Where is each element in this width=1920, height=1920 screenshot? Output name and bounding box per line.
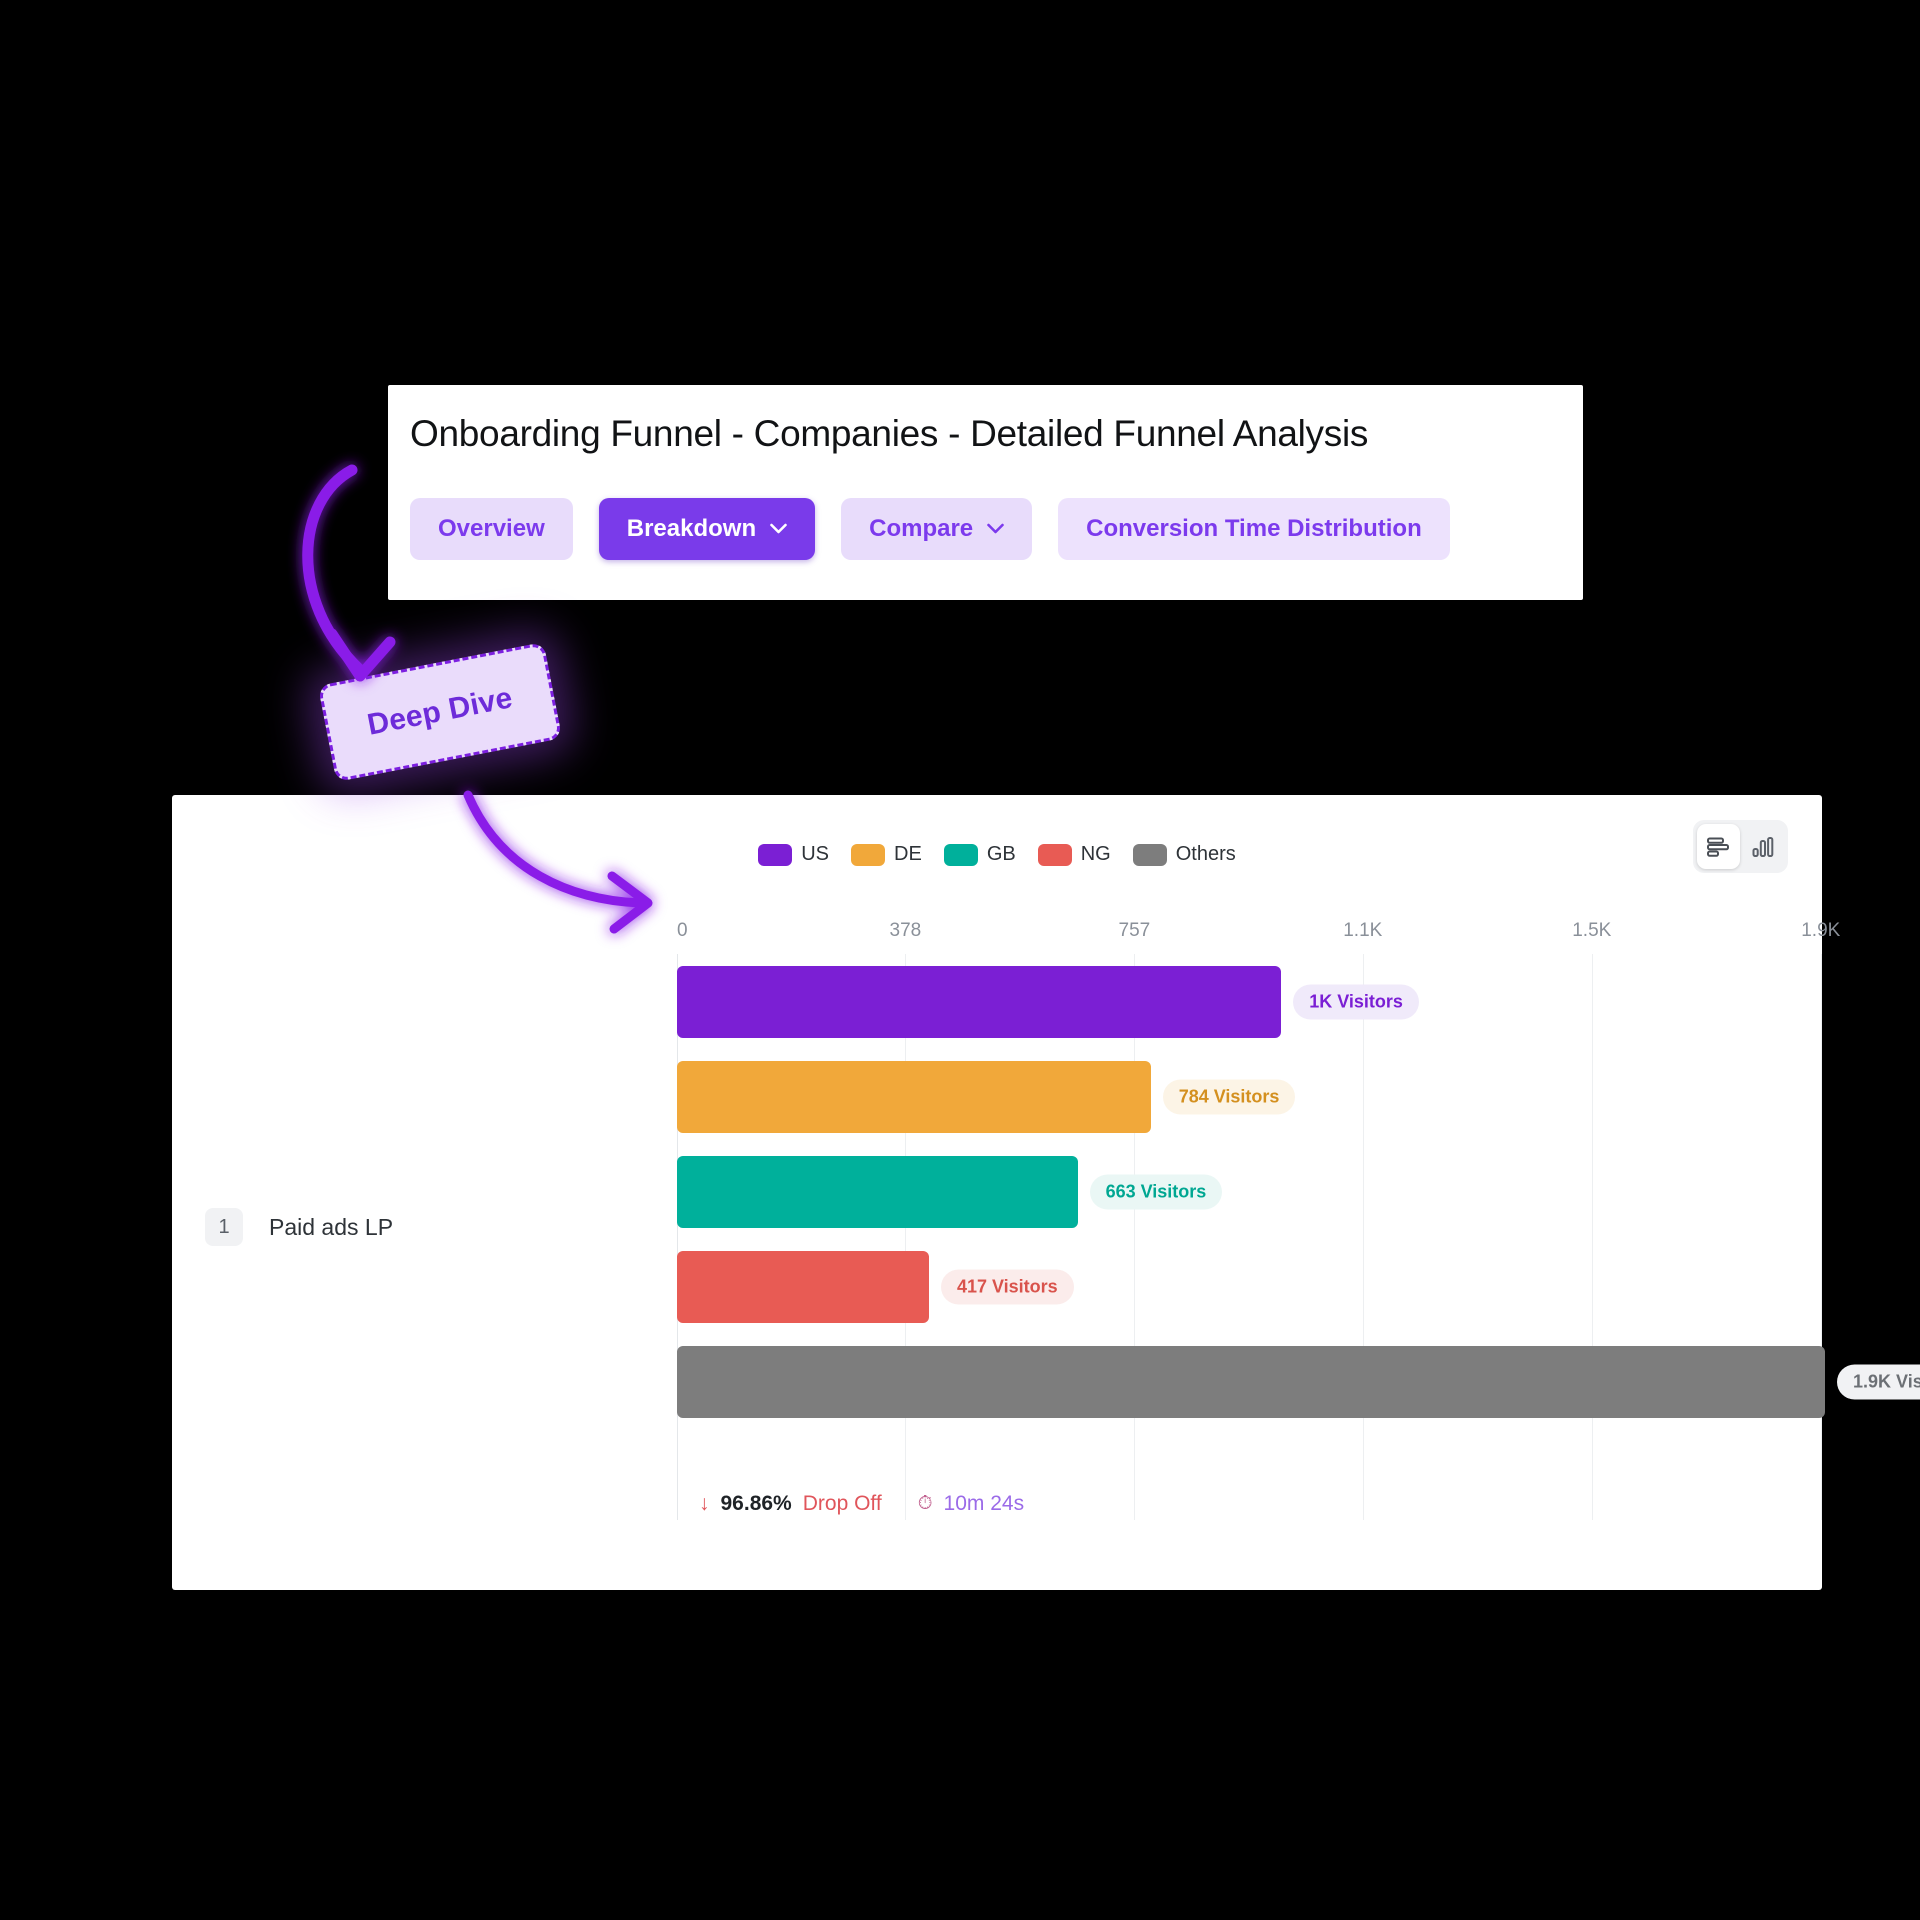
- bar-value-badge: 784 Visitors: [1162, 1079, 1296, 1115]
- bar-de[interactable]: [677, 1061, 1151, 1133]
- tab-breakdown[interactable]: Breakdown: [598, 497, 816, 560]
- bar-others[interactable]: [677, 1346, 1825, 1418]
- sticky-note-label: Deep Dive: [364, 681, 516, 742]
- tab-conversion-time-distribution-label: Conversion Time Distribution: [1086, 514, 1422, 542]
- bar-ng[interactable]: [677, 1251, 929, 1323]
- bar-row: 417 Visitors: [677, 1251, 1825, 1323]
- plot-area: 0 378 757 1.1K 1.5K 1.9K 1K Visitors 784 Visit…: [677, 920, 1920, 1520]
- dropoff-label: Drop Off: [802, 1492, 882, 1515]
- legend-swatch-icon: [758, 843, 793, 866]
- legend-swatch-icon: [851, 843, 886, 866]
- bar-value-badge: 663 Visitors: [1089, 1174, 1223, 1210]
- arrow-down-icon: ↓: [699, 1492, 710, 1515]
- legend-item-ng[interactable]: NG: [1037, 843, 1111, 866]
- legend-item-others[interactable]: Others: [1132, 843, 1236, 866]
- x-tick-label: 1.5K: [1572, 920, 1612, 941]
- bar-row: 784 Visitors: [677, 1061, 1825, 1133]
- dropoff-time: 10m 24s: [943, 1492, 1025, 1515]
- tab-overview-label: Overview: [438, 514, 545, 542]
- legend-swatch-icon: [943, 843, 978, 866]
- legend-swatch-icon: [1037, 843, 1072, 866]
- bar-series: 1K Visitors 784 Visitors 663 Visitors 417 V…: [677, 966, 1920, 1486]
- chevron-down-icon: [987, 523, 1004, 534]
- tab-conversion-time-distribution[interactable]: Conversion Time Distribution: [1058, 497, 1450, 560]
- funnel-step-label: 1 Paid ads LP: [205, 1208, 393, 1246]
- bar-row: 663 Visitors: [677, 1156, 1825, 1228]
- chart-card: US DE GB NG Others 0 378 757 1.1K 1.5K 1.9K 1K Vi…: [172, 795, 1920, 1590]
- legend-swatch-icon: [1132, 843, 1167, 866]
- legend-item-de[interactable]: DE: [851, 843, 922, 866]
- dropoff-percent: 96.86%: [720, 1492, 792, 1515]
- page-title: Onboarding Funnel - Companies - Detailed…: [410, 413, 1369, 454]
- bar-value-badge: 1K Visitors: [1293, 984, 1419, 1020]
- legend-label: US: [801, 843, 830, 865]
- x-tick-label: 757: [1118, 920, 1151, 941]
- legend-label: NG: [1080, 843, 1111, 865]
- dropoff-summary: ↓ 96.86% Drop Off ⏱ 10m 24s: [699, 1492, 1024, 1516]
- header-card: Onboarding Funnel - Companies - Detailed…: [388, 385, 1583, 600]
- deep-dive-sticky-note: Deep Dive: [317, 641, 563, 783]
- legend-label: DE: [894, 843, 922, 865]
- legend-label: Others: [1175, 843, 1236, 865]
- bar-us[interactable]: [677, 966, 1282, 1038]
- arrow-to-sticky-note: [302, 464, 396, 682]
- tab-bar: Overview Breakdown Compare Conversion Ti…: [410, 497, 1561, 560]
- x-tick-label: 1.1K: [1343, 920, 1383, 941]
- chart-legend: US DE GB NG Others: [172, 843, 1822, 866]
- step-name: Paid ads LP: [269, 1213, 394, 1240]
- legend-label: GB: [986, 843, 1016, 865]
- bar-gb[interactable]: [677, 1156, 1078, 1228]
- legend-item-gb[interactable]: GB: [943, 843, 1016, 866]
- x-tick-label: 378: [889, 920, 922, 941]
- tab-compare[interactable]: Compare: [841, 497, 1033, 560]
- tab-breakdown-label: Breakdown: [626, 514, 757, 542]
- tab-overview[interactable]: Overview: [410, 497, 573, 560]
- bar-value-badge: 417 Visitors: [940, 1269, 1074, 1305]
- x-tick-label: 0: [677, 920, 688, 941]
- clock-icon: ⏱: [917, 1493, 933, 1514]
- x-axis-ticks: 0 378 757 1.1K 1.5K 1.9K: [677, 920, 1840, 954]
- chevron-down-icon: [770, 523, 787, 534]
- bar-row: 1.9K Visitors: [677, 1346, 1920, 1418]
- bar-value-badge: 1.9K Visitors: [1837, 1364, 1920, 1400]
- tab-compare-label: Compare: [869, 514, 974, 542]
- bar-row: 1K Visitors: [677, 966, 1825, 1038]
- legend-item-us[interactable]: US: [758, 843, 829, 866]
- x-tick-label: 1.9K: [1801, 920, 1841, 941]
- step-number-badge: 1: [205, 1208, 243, 1246]
